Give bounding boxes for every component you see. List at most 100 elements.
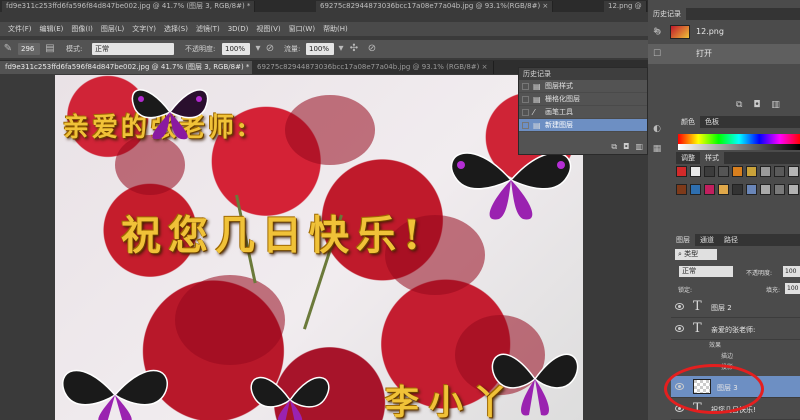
visibility-eye-icon[interactable] bbox=[675, 303, 684, 310]
style-swatch[interactable] bbox=[746, 184, 757, 195]
trash-icon[interactable]: ▥ bbox=[635, 142, 643, 151]
airbrush-icon[interactable]: ✣ bbox=[348, 43, 360, 55]
history-panel-title[interactable]: 历史记录 bbox=[519, 68, 647, 80]
history-open-row[interactable]: ☐ 打开 bbox=[648, 44, 800, 64]
mode-label: 模式: bbox=[66, 45, 83, 53]
effect-stroke[interactable]: 描边 bbox=[671, 351, 800, 362]
style-swatch[interactable] bbox=[718, 166, 729, 177]
layers-panel-header: 图层 通道 路径 bbox=[671, 234, 800, 246]
tab-channels[interactable]: 通道 bbox=[695, 236, 719, 244]
tab-paths[interactable]: 路径 bbox=[719, 236, 743, 244]
tab-swatches[interactable]: 色板 bbox=[700, 118, 724, 126]
history-panel-floating: 历史记录 ▤ 图层样式 ▤ 栅格化图层 ⁄ 画笔工具 ▤ 新建图层 ⧉ ◘ ▥ bbox=[518, 67, 648, 155]
carnation-bloom bbox=[175, 275, 285, 365]
brush-panel-icon[interactable]: ▤ bbox=[44, 43, 56, 55]
style-swatch[interactable] bbox=[760, 166, 771, 177]
mode-select[interactable]: 正常 bbox=[92, 43, 174, 55]
opacity-input[interactable]: 100% bbox=[222, 43, 250, 55]
brush-tool-icon[interactable]: ✎ bbox=[2, 43, 14, 55]
history-snapshot-checkbox[interactable] bbox=[522, 122, 529, 129]
menu-bar: 文件(F) 编辑(E) 图像(I) 图层(L) 文字(Y) 选择(S) 滤镜(T) 3D(D)… bbox=[0, 22, 648, 36]
style-swatch[interactable] bbox=[690, 166, 701, 177]
pressure-opacity-icon[interactable]: ⊘ bbox=[264, 43, 276, 55]
menu-type[interactable]: 文字(Y) bbox=[128, 22, 160, 36]
history-tab[interactable]: 历史记录 bbox=[648, 8, 686, 20]
history-item-selected[interactable]: ▤ 新建图层 bbox=[519, 119, 647, 132]
history-snapshot-row[interactable]: ✎ 12.png bbox=[648, 22, 800, 42]
style-swatch[interactable] bbox=[732, 166, 743, 177]
style-swatch[interactable] bbox=[690, 184, 701, 195]
style-swatch[interactable] bbox=[788, 166, 799, 177]
menu-window[interactable]: 窗口(W) bbox=[285, 22, 319, 36]
menu-file[interactable]: 文件(F) bbox=[4, 22, 36, 36]
doc-tab-active[interactable]: fd9e311c253ffd6fa596f84d847be002.jpg @ 4… bbox=[0, 61, 264, 74]
style-swatch[interactable] bbox=[746, 166, 757, 177]
layer-filter-select[interactable]: ⌕ 类型 bbox=[675, 249, 717, 260]
document-canvas[interactable]: 亲爱的张老师: 祝您几日快乐! 李小丫 bbox=[55, 75, 583, 420]
tool-color-icon[interactable]: ◐ bbox=[650, 122, 664, 136]
grayscale-bar[interactable] bbox=[678, 144, 800, 150]
window-tab-2[interactable]: 69275c82944873036bcc17a08e77a04b.jpg @ 9… bbox=[316, 1, 554, 12]
tool-swatches-icon[interactable]: ▦ bbox=[650, 142, 664, 156]
trash-icon[interactable]: ▥ bbox=[771, 100, 780, 110]
tab-adjustments[interactable]: 调整 bbox=[676, 154, 700, 162]
snapshot-name: 12.png bbox=[696, 27, 724, 36]
history-snapshot-checkbox[interactable] bbox=[522, 83, 529, 90]
style-swatch[interactable] bbox=[676, 166, 687, 177]
window-tab-1[interactable]: fd9e311c253ffd6fa596f84d847be002.jpg @ 4… bbox=[2, 1, 256, 12]
tab-color[interactable]: 颜色 bbox=[676, 116, 700, 128]
visibility-eye-icon[interactable] bbox=[675, 325, 684, 332]
highlight-circle-annotation bbox=[664, 364, 764, 414]
new-document-icon[interactable]: ⧉ bbox=[611, 142, 617, 151]
history-item[interactable]: ⁄ 画笔工具 bbox=[519, 106, 647, 119]
opacity-dropdown-icon[interactable]: ▾ bbox=[252, 43, 264, 55]
tab-layers[interactable]: 图层 bbox=[671, 234, 695, 246]
layer-row[interactable]: T 图层 2 bbox=[671, 296, 800, 318]
tab-styles[interactable]: 样式 bbox=[700, 152, 724, 164]
menu-image[interactable]: 图像(I) bbox=[67, 22, 97, 36]
style-swatch[interactable] bbox=[774, 184, 785, 195]
layer-effects-header[interactable]: 效果 bbox=[671, 340, 800, 351]
layer-row[interactable]: T 亲爱的张老师: bbox=[671, 318, 800, 340]
menu-edit[interactable]: 编辑(E) bbox=[36, 22, 68, 36]
menu-view[interactable]: 视图(V) bbox=[252, 22, 284, 36]
style-swatch[interactable] bbox=[760, 184, 771, 195]
butterfly-image bbox=[250, 376, 330, 420]
color-spectrum-bar[interactable] bbox=[678, 134, 800, 144]
history-item[interactable]: ▤ 图层样式 bbox=[519, 80, 647, 93]
history-snapshot-checkbox[interactable] bbox=[522, 96, 529, 103]
layer-opacity-input[interactable]: 100 bbox=[783, 266, 800, 277]
new-document-icon[interactable]: ⧉ bbox=[736, 100, 742, 110]
style-swatch[interactable] bbox=[718, 184, 729, 195]
window-tab-3[interactable]: 12.png @ bbox=[604, 1, 647, 12]
style-swatch[interactable] bbox=[774, 166, 785, 177]
style-swatch[interactable] bbox=[732, 184, 743, 195]
blend-mode-select[interactable]: 正常 bbox=[679, 266, 733, 277]
options-bar: ✎ 296 ▤ 模式: 正常 不透明度: 100% ▾ ⊘ 流量: 100% ▾… bbox=[0, 40, 648, 58]
fill-input[interactable]: 100 bbox=[785, 283, 800, 294]
flow-dropdown-icon[interactable]: ▾ bbox=[335, 43, 347, 55]
history-snapshot-checkbox[interactable] bbox=[522, 109, 529, 116]
history-open-label: 打开 bbox=[696, 49, 712, 58]
menu-layer[interactable]: 图层(L) bbox=[97, 22, 128, 36]
brush-icon: ⁄ bbox=[533, 108, 535, 117]
camera-icon[interactable]: ◘ bbox=[753, 100, 760, 110]
butterfly-image bbox=[131, 89, 209, 140]
camera-icon[interactable]: ◘ bbox=[623, 142, 629, 151]
style-swatch[interactable] bbox=[704, 166, 715, 177]
menu-select[interactable]: 选择(S) bbox=[160, 22, 192, 36]
history-item[interactable]: ▤ 栅格化图层 bbox=[519, 93, 647, 106]
style-swatch[interactable] bbox=[788, 184, 799, 195]
style-swatch[interactable] bbox=[704, 184, 715, 195]
history-footer: ⧉ ◘ ▥ bbox=[605, 142, 643, 152]
pressure-size-icon[interactable]: ⊘ bbox=[366, 43, 378, 55]
menu-help[interactable]: 帮助(H) bbox=[319, 22, 352, 36]
style-swatch[interactable] bbox=[676, 184, 687, 195]
menu-3d[interactable]: 3D(D) bbox=[224, 22, 253, 36]
brush-size-picker[interactable]: 296 bbox=[18, 43, 40, 55]
history-checkbox-icon[interactable]: ☐ bbox=[650, 47, 664, 61]
tool-history-icon[interactable]: ⟲ bbox=[650, 26, 664, 40]
menu-filter[interactable]: 滤镜(T) bbox=[192, 22, 224, 36]
flow-input[interactable]: 100% bbox=[306, 43, 334, 55]
doc-tab-second[interactable]: 69275c82944873036bcc17a08e77a04b.jpg @ 9… bbox=[252, 61, 494, 74]
